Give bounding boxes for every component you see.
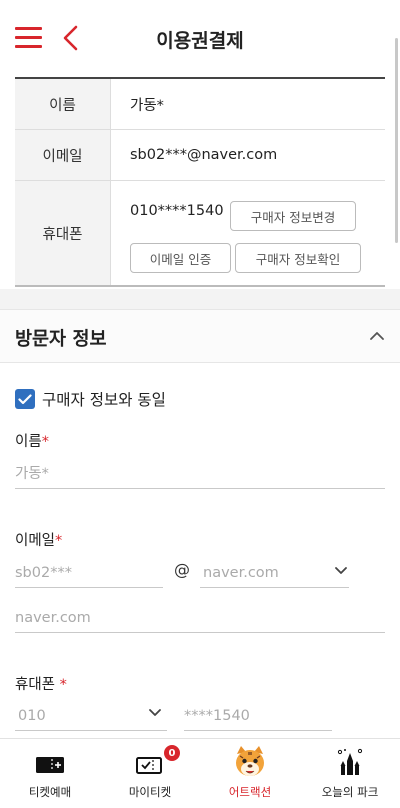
email-auth-button[interactable]: 이메일 인증: [130, 243, 231, 273]
visitor-email-id-input[interactable]: [15, 564, 163, 581]
notification-badge: 0: [164, 745, 180, 761]
castle-icon: [337, 748, 363, 775]
buyer-email-value: sb02***@naver.com: [130, 147, 278, 163]
buyer-name-value: 가동*: [130, 97, 164, 114]
email-domain-field[interactable]: naver.com: [15, 603, 385, 633]
buyer-phone-label: 휴대폰: [15, 181, 111, 285]
visitor-phone-label-text: 휴대폰: [15, 677, 56, 693]
nav-attraction[interactable]: 어트랙션: [200, 739, 300, 808]
visitor-name-label: 이름*: [15, 430, 49, 451]
nav-my-ticket[interactable]: 0 마이티켓: [100, 739, 200, 808]
scrollbar[interactable]: [395, 38, 398, 243]
section-divider: [0, 289, 400, 309]
buyer-email-row: 이메일 sb02***@naver.com: [15, 130, 385, 181]
email-domain-select[interactable]: naver.com: [200, 558, 349, 588]
buyer-email-label: 이메일: [15, 130, 111, 180]
phone-prefix-selected: 010: [18, 707, 46, 724]
app-header: 이용권결제: [0, 0, 400, 76]
confirm-buyer-info-button[interactable]: 구매자 정보확인: [235, 243, 361, 273]
checkmark-icon: [18, 393, 32, 404]
bottom-nav: 티켓예매 0 마이티켓 어트랙션 오늘의 파크: [0, 738, 400, 808]
buyer-phone-row: 휴대폰 010****1540 구매자 정보변경 이메일 인증 구매자 정보확인: [15, 181, 385, 285]
nav-label: 마이티켓: [128, 785, 172, 799]
same-as-buyer-option[interactable]: 구매자 정보와 동일: [15, 388, 166, 410]
visitor-email-label: 이메일*: [15, 529, 62, 550]
visitor-email-label-text: 이메일: [15, 533, 56, 549]
nav-label: 티켓예매: [28, 785, 72, 799]
same-as-buyer-label: 구매자 정보와 동일: [42, 391, 166, 409]
page-title: 이용권결제: [156, 30, 244, 52]
same-as-buyer-checkbox[interactable]: [15, 389, 35, 409]
visitor-phone-label: 휴대폰 *: [15, 673, 67, 694]
required-mark: *: [59, 677, 67, 693]
email-domain-input-value: naver.com: [15, 609, 91, 626]
visitor-name-field[interactable]: [15, 459, 385, 489]
chevron-down-icon[interactable]: [149, 709, 161, 717]
payment-page: 이용권결제 이름 가동* 이메일 sb02***@naver.com 휴대폰 0…: [0, 0, 400, 808]
visitor-email-id-field[interactable]: [15, 558, 163, 588]
buyer-name-label: 이름: [15, 79, 111, 129]
phone-number-field[interactable]: [184, 701, 332, 731]
nav-today-park[interactable]: 오늘의 파크: [300, 739, 400, 808]
nav-label: 어트랙션: [228, 785, 272, 799]
buyer-name-row: 이름 가동*: [15, 79, 385, 130]
email-domain-selected: naver.com: [203, 564, 279, 581]
chevron-down-icon[interactable]: [335, 567, 347, 575]
visitor-name-label-text: 이름: [15, 434, 42, 450]
nav-ticket-booking[interactable]: 티켓예매: [0, 739, 100, 808]
section-title: 방문자 정보: [15, 329, 107, 350]
change-buyer-info-button[interactable]: 구매자 정보변경: [230, 201, 356, 231]
visitor-section-header[interactable]: 방문자 정보: [0, 309, 400, 363]
at-sign: @: [174, 560, 190, 579]
my-ticket-icon: [136, 757, 162, 774]
nav-label: 오늘의 파크: [321, 785, 379, 799]
tiger-mascot-icon: [236, 746, 264, 776]
buyer-info-table: 이름 가동* 이메일 sb02***@naver.com 휴대폰 010****…: [15, 77, 385, 287]
visitor-name-input[interactable]: [15, 465, 385, 482]
chevron-up-icon[interactable]: [370, 331, 384, 341]
buyer-phone-cell: 010****1540 구매자 정보변경 이메일 인증 구매자 정보확인: [111, 181, 385, 285]
ticket-icon: [36, 757, 64, 773]
required-mark: *: [55, 533, 63, 549]
buyer-phone-value: 010****1540: [130, 203, 224, 219]
phone-number-input[interactable]: [184, 707, 332, 724]
required-mark: *: [41, 434, 49, 450]
phone-prefix-select[interactable]: 010: [15, 701, 167, 731]
